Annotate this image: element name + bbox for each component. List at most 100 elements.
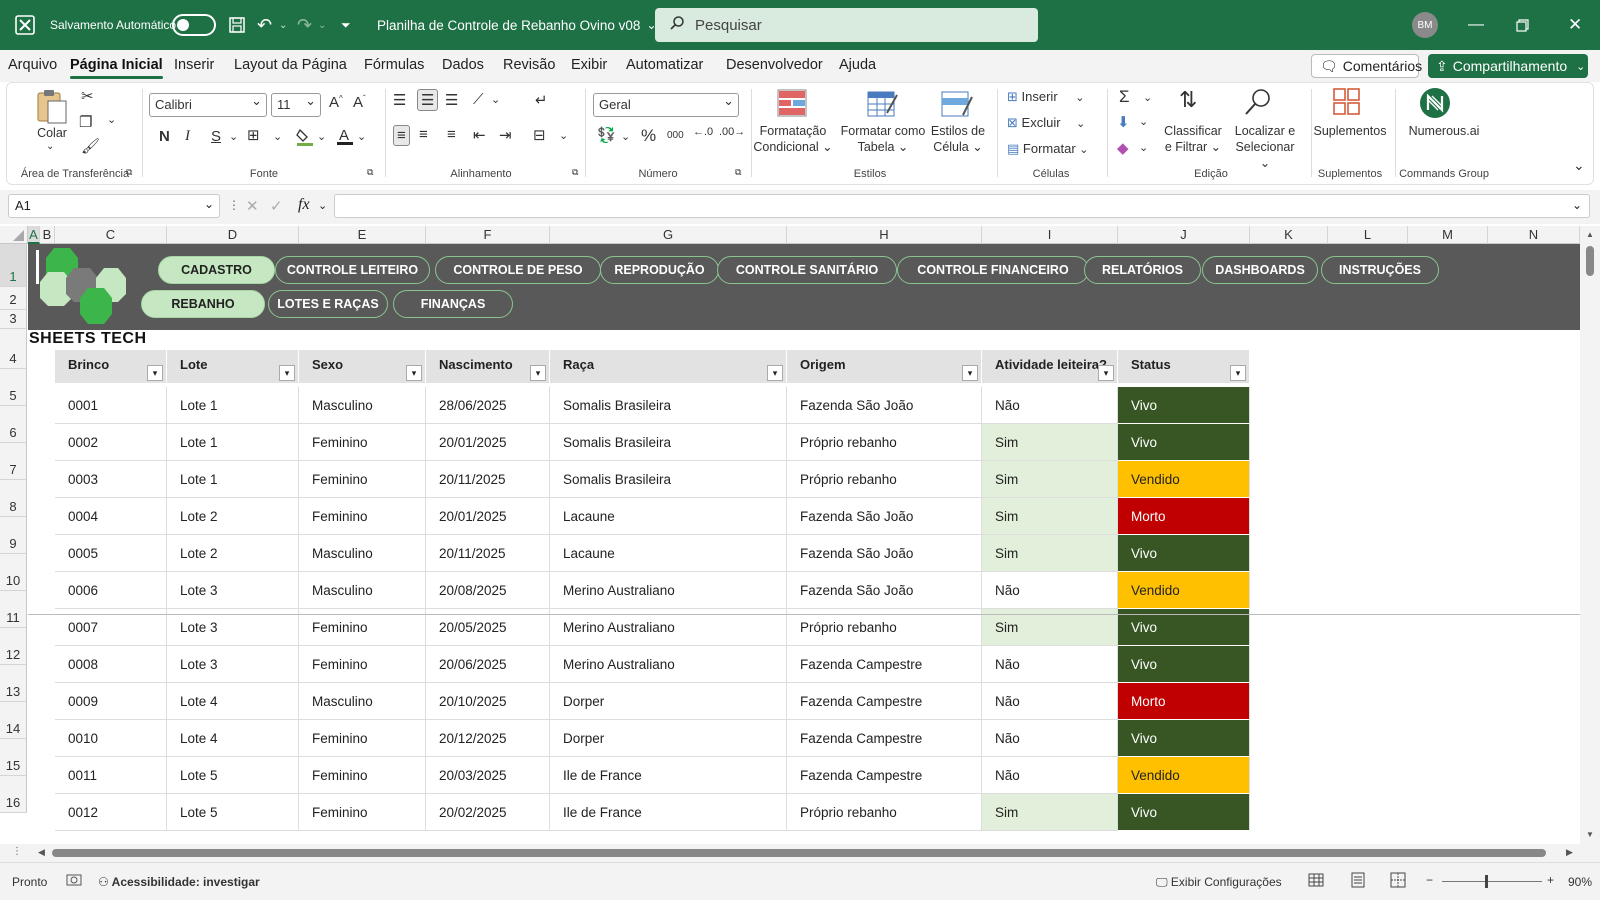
table-cell[interactable]: Lote 4 [167, 720, 299, 757]
row-header-12[interactable]: 12 [0, 628, 27, 665]
row-header-14[interactable]: 14 [0, 702, 27, 739]
table-cell[interactable]: 20/12/2025 [426, 720, 550, 757]
row-header-7[interactable]: 7 [0, 443, 27, 480]
table-cell[interactable]: 20/03/2025 [426, 757, 550, 794]
share-button[interactable]: ⇪ Compartilhamento ⌄ [1428, 54, 1588, 78]
filter-dropdown-icon[interactable]: ▾ [147, 365, 163, 381]
column-header-l[interactable]: L [1328, 226, 1408, 244]
table-cell[interactable]: Não [982, 757, 1118, 794]
column-header-h[interactable]: H [787, 226, 982, 244]
menu-revisao[interactable]: Revisão [503, 57, 555, 73]
numerous-ai-icon[interactable] [1419, 87, 1451, 119]
borders-dropdown-icon[interactable]: ⌄ [273, 130, 282, 143]
table-cell[interactable]: Somalis Brasileira [550, 424, 787, 461]
table-cell[interactable]: Não [982, 646, 1118, 683]
menu-pagina-inicial[interactable]: Página Inicial [70, 57, 163, 79]
table-cell[interactable]: Lote 1 [167, 387, 299, 424]
row-header-10[interactable]: 10 [0, 554, 27, 591]
zoom-slider-thumb[interactable] [1485, 875, 1488, 888]
menu-arquivo[interactable]: Arquivo [8, 57, 57, 73]
table-cell[interactable]: Feminino [299, 720, 426, 757]
nav-button-dashboards[interactable]: DASHBOARDS [1202, 256, 1318, 284]
column-header-f[interactable]: F [426, 226, 550, 244]
table-cell[interactable]: 0004 [55, 498, 167, 535]
table-cell[interactable]: Feminino [299, 498, 426, 535]
table-cell[interactable]: 0011 [55, 757, 167, 794]
table-cell[interactable]: Lacaune [550, 498, 787, 535]
table-cell[interactable]: 0006 [55, 572, 167, 609]
align-top-icon[interactable]: ☰ [393, 91, 406, 109]
table-cell[interactable]: 0005 [55, 535, 167, 572]
fill-color-icon[interactable] [295, 127, 315, 147]
table-cell[interactable]: Não [982, 572, 1118, 609]
filter-dropdown-icon[interactable]: ▾ [530, 365, 546, 381]
accessibility-button[interactable]: ⚇ Acessibilidade: investigar [98, 875, 260, 889]
numerous-ai-label[interactable]: Numerous.ai [1399, 123, 1489, 139]
column-header-a[interactable]: A [28, 226, 40, 244]
filter-dropdown-icon[interactable]: ▾ [1098, 365, 1114, 381]
table-cell[interactable]: Masculino [299, 572, 426, 609]
table-cell[interactable]: Vivo [1118, 535, 1250, 572]
filter-dropdown-icon[interactable]: ▾ [1230, 365, 1246, 381]
nav-button-finanças[interactable]: FINANÇAS [393, 290, 513, 318]
normal-view-icon[interactable] [1308, 872, 1324, 888]
underline-button[interactable]: S [211, 128, 221, 145]
paste-icon[interactable] [35, 87, 69, 127]
currency-icon[interactable]: 💱 [597, 126, 616, 144]
cancel-icon[interactable]: ✕ [246, 197, 259, 215]
menu-exibir[interactable]: Exibir [571, 57, 607, 73]
nav-button-lotes-e-raças[interactable]: LOTES E RAÇAS [268, 290, 388, 318]
table-cell[interactable]: 0008 [55, 646, 167, 683]
delete-cells-button[interactable]: ⊠ Excluir ⌄ [1007, 115, 1085, 131]
save-icon[interactable] [228, 0, 246, 50]
table-cell[interactable]: Lote 5 [167, 757, 299, 794]
table-cell[interactable]: 20/02/2025 [426, 794, 550, 831]
copy-icon[interactable]: ❐ [79, 113, 92, 131]
table-cell[interactable]: Vendido [1118, 572, 1250, 609]
table-cell[interactable]: 20/01/2025 [426, 498, 550, 535]
table-cell[interactable]: Lote 1 [167, 461, 299, 498]
column-header-m[interactable]: M [1408, 226, 1488, 244]
table-cell[interactable]: Vivo [1118, 646, 1250, 683]
comments-button[interactable]: 🗨 Comentários [1311, 54, 1422, 78]
filter-dropdown-icon[interactable]: ▾ [962, 365, 978, 381]
conditional-formatting-label[interactable]: Formatação Condicional ⌄ [753, 123, 833, 155]
increase-font-icon[interactable]: A^ [329, 94, 343, 111]
format-as-table-label[interactable]: Formatar como Tabela ⌄ [837, 123, 929, 155]
table-cell[interactable]: 20/10/2025 [426, 683, 550, 720]
thousands-separator-icon[interactable]: 000 [667, 130, 684, 141]
column-header-g[interactable]: G [550, 226, 787, 244]
row-header-9[interactable]: 9 [0, 517, 27, 554]
table-cell[interactable]: Somalis Brasileira [550, 387, 787, 424]
table-cell[interactable]: Morto [1118, 498, 1250, 535]
align-right-icon[interactable]: ≡ [447, 126, 456, 143]
menu-layout-da-pagina[interactable]: Layout da Página [234, 57, 347, 73]
table-cell[interactable]: Ile de France [550, 757, 787, 794]
table-cell[interactable]: Fazenda Campestre [787, 646, 982, 683]
horizontal-scrollbar[interactable]: ⋮ ◀ ▶ [0, 844, 1600, 862]
table-cell[interactable]: 28/06/2025 [426, 387, 550, 424]
formula-input[interactable] [334, 194, 1590, 218]
merge-dropdown-icon[interactable]: ⌄ [559, 129, 568, 142]
autosum-dropdown-icon[interactable]: ⌄ [1143, 91, 1152, 104]
dialog-launcher-icon[interactable]: ⧉ [735, 167, 741, 178]
nav-button-controle-de-peso[interactable]: CONTROLE DE PESO [435, 256, 601, 284]
more-options-icon[interactable]: ⋮ [228, 198, 240, 212]
fx-dropdown-icon[interactable]: ⌄ [318, 199, 327, 212]
menu-ajuda[interactable]: Ajuda [839, 57, 876, 73]
menu-dados[interactable]: Dados [442, 57, 484, 73]
fill-dropdown-icon[interactable]: ⌄ [317, 130, 326, 143]
autosave-toggle[interactable] [172, 14, 216, 36]
table-cell[interactable]: Fazenda Campestre [787, 720, 982, 757]
table-cell[interactable]: Sim [982, 424, 1118, 461]
table-cell[interactable]: 20/11/2025 [426, 461, 550, 498]
autosum-icon[interactable]: Σ [1119, 87, 1130, 107]
column-header-d[interactable]: D [167, 226, 299, 244]
font-size-select[interactable]: 11 [271, 93, 321, 117]
table-cell[interactable]: Não [982, 387, 1118, 424]
addins-label[interactable]: Suplementos [1313, 123, 1387, 139]
nav-button-rebanho[interactable]: REBANHO [141, 290, 265, 318]
redo-dropdown-icon[interactable]: ⌄ [318, 0, 326, 50]
nav-button-reprodução[interactable]: REPRODUÇÃO [600, 256, 719, 284]
column-header-k[interactable]: K [1250, 226, 1328, 244]
